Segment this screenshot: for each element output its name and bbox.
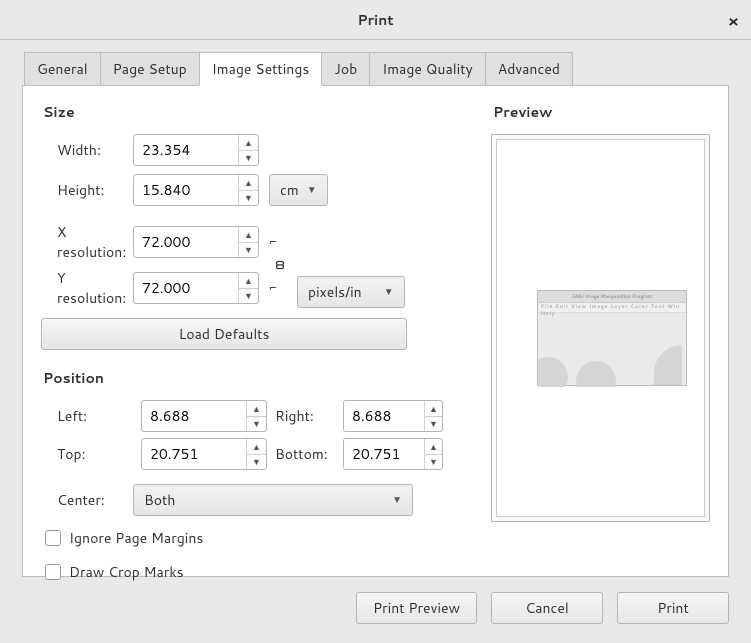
left-input[interactable]: ▲▼	[141, 400, 267, 432]
xres-input[interactable]: ▲▼	[133, 226, 259, 258]
left-field[interactable]	[142, 401, 246, 431]
spinner-down-icon[interactable]: ▼	[239, 191, 258, 206]
spinner-down-icon[interactable]: ▼	[239, 289, 258, 304]
chevron-down-icon: ▼	[307, 183, 317, 197]
chevron-down-icon: ▼	[384, 285, 394, 299]
right-label: Right:	[275, 406, 335, 426]
size-unit-label: cm	[280, 180, 299, 200]
tab-page-setup[interactable]: Page Setup	[100, 52, 200, 86]
spinner-down-icon[interactable]: ▼	[247, 455, 266, 470]
tab-image-quality[interactable]: Image Quality	[369, 52, 486, 86]
position-heading: Position	[43, 368, 469, 388]
tab-image-settings[interactable]: Image Settings	[199, 52, 323, 86]
preview-thumbnail[interactable]: GNU Image Manipulation Program File Edit…	[537, 290, 687, 386]
load-defaults-button[interactable]: Load Defaults	[41, 318, 407, 350]
top-label: Top:	[41, 444, 133, 464]
yres-input[interactable]: ▲▼	[133, 272, 259, 304]
cancel-button[interactable]: Cancel	[491, 592, 603, 624]
spinner-down-icon[interactable]: ▼	[425, 417, 442, 432]
height-field[interactable]	[134, 175, 238, 205]
center-label: Center:	[41, 490, 133, 510]
top-field[interactable]	[142, 439, 246, 469]
spinner-up-icon[interactable]: ▲	[239, 175, 258, 191]
tab-general[interactable]: General	[24, 52, 101, 86]
spinner-up-icon[interactable]: ▲	[425, 439, 442, 455]
spinner-up-icon[interactable]: ▲	[247, 439, 266, 455]
yres-field[interactable]	[134, 273, 238, 303]
preview-area: GNU Image Manipulation Program File Edit…	[491, 134, 710, 522]
width-input[interactable]: ▲▼	[133, 134, 259, 166]
top-input[interactable]: ▲▼	[141, 438, 267, 470]
tab-job[interactable]: Job	[321, 52, 370, 86]
height-input[interactable]: ▲▼	[133, 174, 259, 206]
xres-label: X resolution:	[41, 222, 133, 262]
chevron-down-icon: ▼	[392, 493, 402, 507]
crop-marks-checkbontrol[interactable]	[45, 564, 61, 580]
chain-link-icon[interactable]	[273, 258, 287, 272]
preview-thumb-menu: File Edit View Image Layer Color Tool Wi…	[538, 303, 686, 313]
center-dropdown[interactable]: Both ▼	[133, 484, 413, 516]
yres-label: Y resolution:	[41, 268, 133, 308]
dialog-footer: Print Preview Cancel Print	[0, 592, 751, 640]
ignore-margins-label[interactable]: Ignore Page Margins	[69, 528, 203, 548]
right-input[interactable]: ▲▼	[343, 400, 443, 432]
resolution-link-bracket: ⌐ ⌐	[267, 236, 279, 294]
res-unit-dropdown[interactable]: pixels/in ▼	[297, 276, 405, 308]
res-unit-label: pixels/in	[308, 282, 362, 302]
titlebar: Print ×	[0, 0, 751, 40]
size-heading: Size	[43, 102, 469, 122]
window-title: Print	[357, 10, 393, 30]
xres-field[interactable]	[134, 227, 238, 257]
print-preview-button[interactable]: Print Preview	[356, 592, 477, 624]
preview-page[interactable]: GNU Image Manipulation Program File Edit…	[496, 139, 705, 517]
height-label: Height:	[41, 180, 133, 200]
bottom-label: Bottom:	[275, 444, 335, 464]
spinner-down-icon[interactable]: ▼	[239, 151, 258, 166]
spinner-down-icon[interactable]: ▼	[247, 417, 266, 432]
bottom-field[interactable]	[344, 439, 424, 469]
spinner-down-icon[interactable]: ▼	[425, 455, 442, 470]
left-label: Left:	[41, 406, 133, 426]
print-button[interactable]: Print	[617, 592, 729, 624]
tab-bar: General Page Setup Image Settings Job Im…	[24, 52, 751, 86]
close-icon[interactable]: ×	[728, 10, 739, 33]
spinner-up-icon[interactable]: ▲	[425, 401, 442, 417]
preview-thumb-title: GNU Image Manipulation Program	[538, 291, 686, 303]
spinner-up-icon[interactable]: ▲	[247, 401, 266, 417]
ignore-margins-checkbox[interactable]	[45, 530, 61, 546]
crop-marks-label[interactable]: Draw Crop Marks	[69, 562, 184, 582]
tab-panel: Size Width: ▲▼ Height: ▲▼ cm ▼	[22, 85, 729, 577]
preview-heading: Preview	[493, 102, 710, 122]
bottom-input[interactable]: ▲▼	[343, 438, 443, 470]
spinner-up-icon[interactable]: ▲	[239, 135, 258, 151]
spinner-down-icon[interactable]: ▼	[239, 243, 258, 258]
size-unit-dropdown[interactable]: cm ▼	[269, 174, 328, 206]
spinner-up-icon[interactable]: ▲	[239, 227, 258, 243]
center-value: Both	[144, 490, 175, 510]
right-field[interactable]	[344, 401, 424, 431]
spinner-up-icon[interactable]: ▲	[239, 273, 258, 289]
width-label: Width:	[41, 140, 133, 160]
width-field[interactable]	[134, 135, 238, 165]
tab-advanced[interactable]: Advanced	[485, 52, 573, 86]
